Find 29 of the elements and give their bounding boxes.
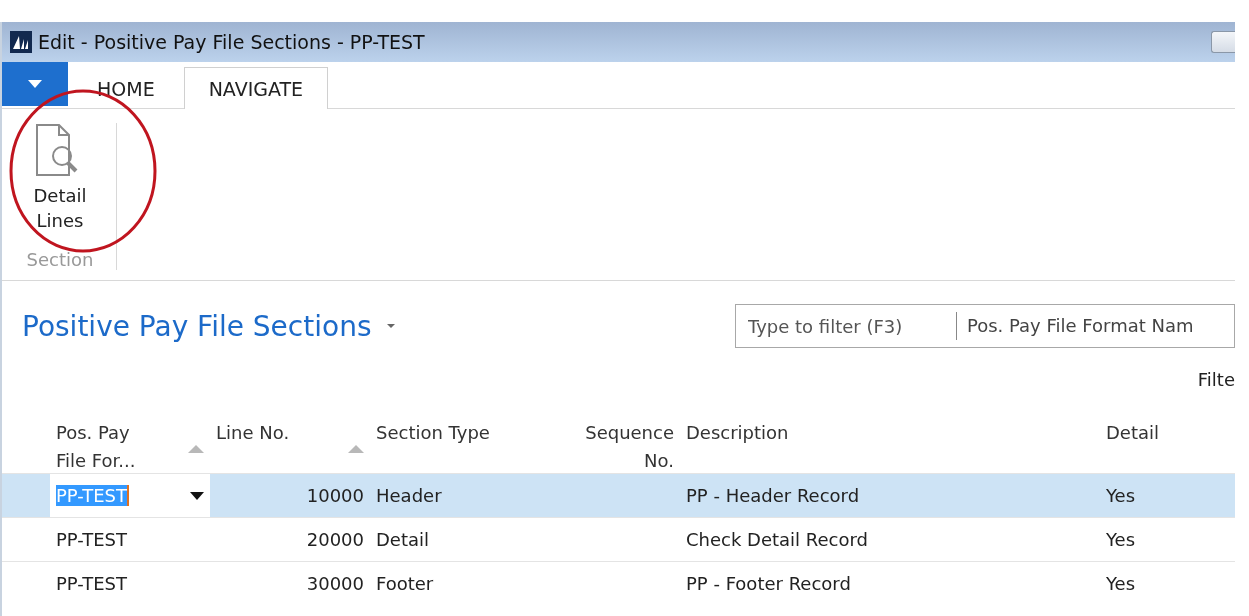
window-title: Edit - Positive Pay File Sections - PP-TEST <box>38 31 426 53</box>
table-cell: PP - Footer Record <box>686 573 851 594</box>
column-header[interactable]: Sequence No. <box>576 419 674 475</box>
group-label: Section <box>26 249 94 270</box>
column-header[interactable]: Detail <box>1106 419 1160 447</box>
column-header[interactable]: Description <box>686 419 789 447</box>
column-header[interactable]: Section Type <box>376 419 490 447</box>
table-cell: Yes <box>1106 573 1136 594</box>
table-cell: 30000 <box>306 573 364 594</box>
table-row[interactable]: PP-TEST 10000 Header PP - Header Record Yes <box>2 473 1235 517</box>
page-title: Positive Pay File Sections <box>22 309 372 343</box>
table-cell: Detail <box>376 529 430 550</box>
table-cell: 10000 <box>306 485 364 506</box>
table-cell: PP-TEST <box>56 573 127 594</box>
table-cell: PP-TEST <box>56 529 127 550</box>
table-cell: PP - Header Record <box>686 485 860 506</box>
table-cell: Yes <box>1106 529 1136 550</box>
ribbon-tab[interactable]: NAVIGATE <box>183 67 329 109</box>
ribbon-tab[interactable]: HOME <box>72 67 180 108</box>
filter-field[interactable]: Type to filter (F3) Pos. Pay File Format Nam <box>735 304 1235 348</box>
filter-label: Filte <box>1197 369 1235 390</box>
table-cell: Header <box>376 485 442 506</box>
column-header[interactable]: Pos. Pay File For... <box>56 419 152 475</box>
table-cell: 20000 <box>306 529 364 550</box>
filter-column-selector[interactable]: Pos. Pay File Format Nam <box>956 312 1194 340</box>
table-cell: Yes <box>1106 485 1136 506</box>
column-header[interactable]: Line No. <box>216 419 290 447</box>
table-cell: Footer <box>376 573 434 594</box>
table-cell: Check Detail Record <box>686 529 869 550</box>
